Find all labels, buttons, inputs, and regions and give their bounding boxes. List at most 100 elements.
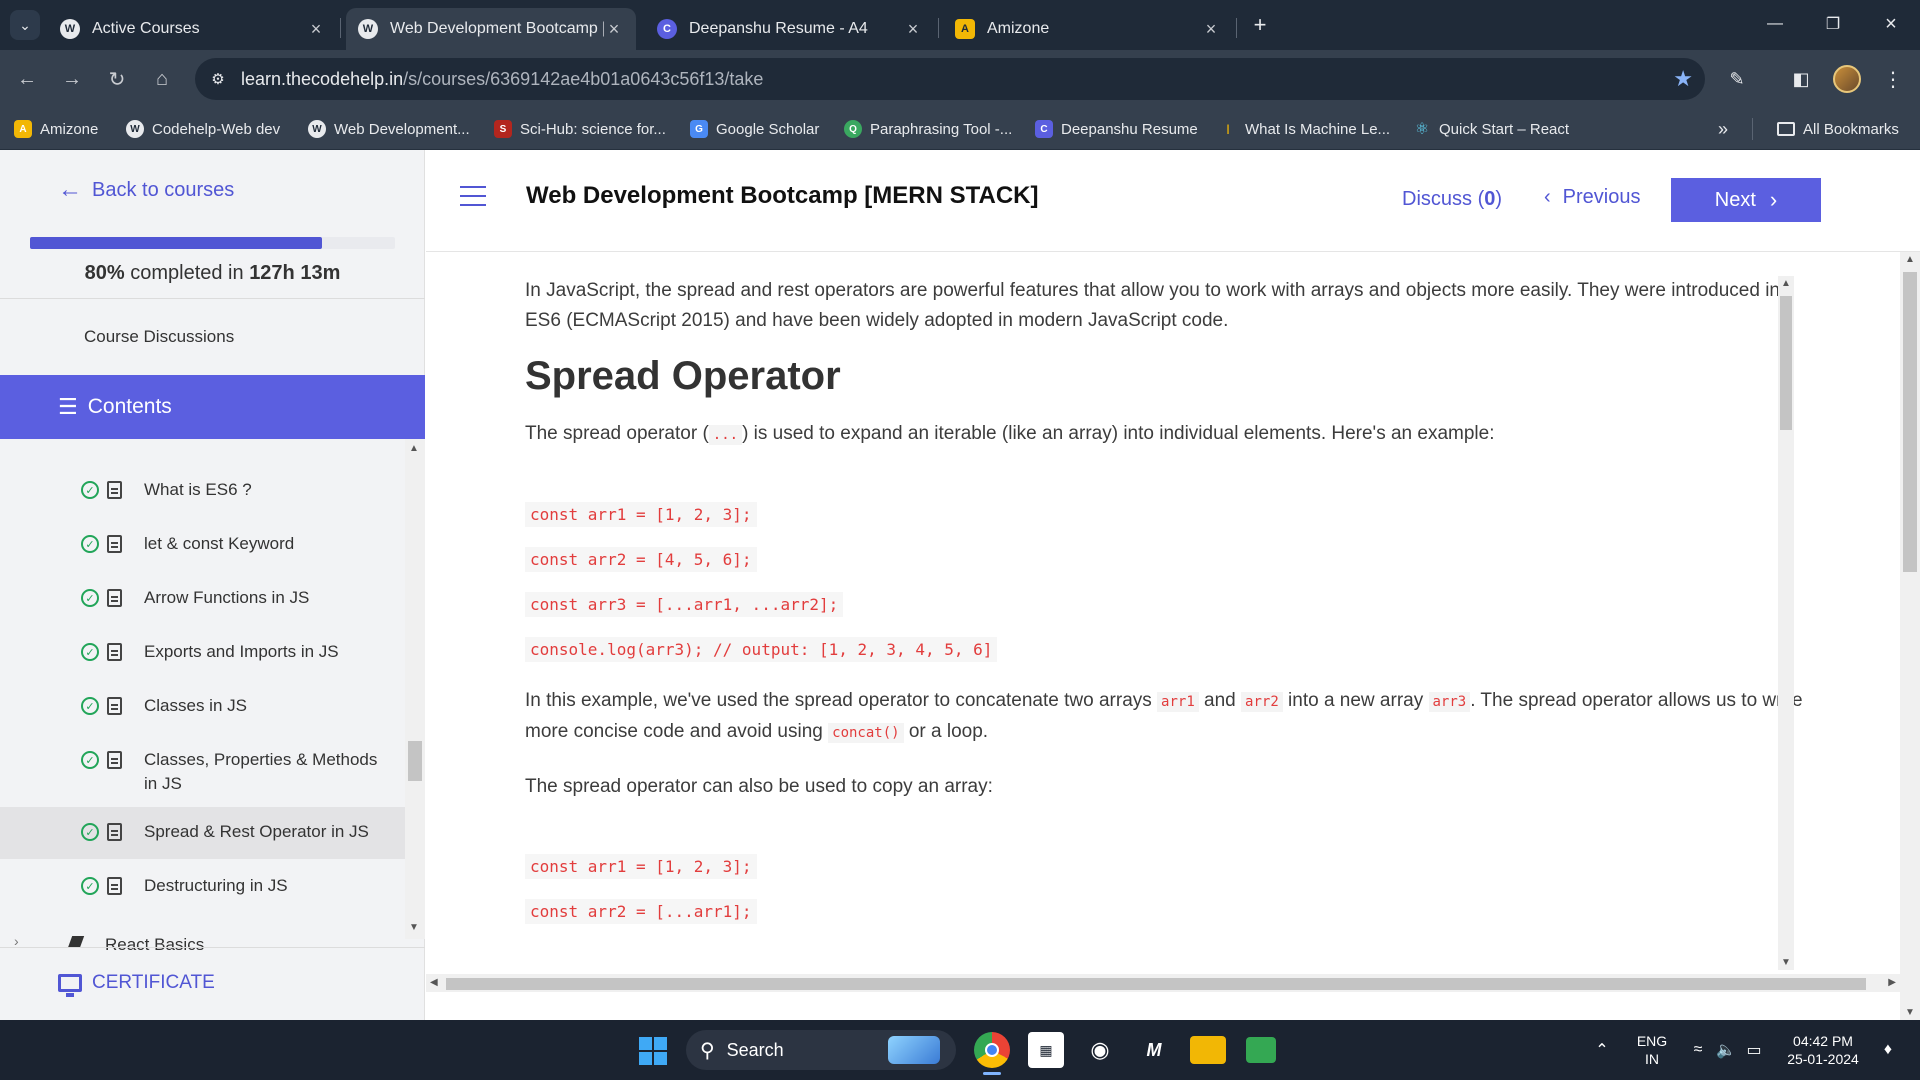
lesson-item[interactable]: ✓ What is ES6 ? xyxy=(0,469,405,513)
close-tab-icon[interactable]: × xyxy=(306,19,326,40)
scroll-down-icon[interactable]: ▼ xyxy=(1905,1007,1915,1018)
bookmarks-overflow-icon[interactable]: » xyxy=(1718,118,1728,140)
section-title: React Basics xyxy=(105,935,205,953)
course-progress-fill xyxy=(30,237,322,249)
m-app-icon[interactable]: M xyxy=(1136,1032,1172,1068)
scrollbar-thumb[interactable] xyxy=(408,741,422,781)
tab-title: Web Development Bootcamp [M xyxy=(390,20,604,37)
close-tab-icon[interactable]: × xyxy=(1201,19,1221,40)
profile-avatar[interactable] xyxy=(1833,65,1861,93)
back-to-courses-link[interactable]: ← Back to courses xyxy=(58,176,234,204)
home-icon[interactable]: ⌂ xyxy=(147,64,177,94)
forward-icon[interactable]: → xyxy=(57,64,87,94)
close-tab-icon[interactable]: × xyxy=(903,19,923,40)
close-tab-icon[interactable]: × xyxy=(604,19,624,40)
lesson-scrollbar[interactable]: ▲ ▼ xyxy=(1778,276,1794,970)
bookmark-item[interactable]: S Sci-Hub: science for... xyxy=(494,118,666,140)
address-bar[interactable]: ⚙ learn.thecodehelp.in/s/courses/6369142… xyxy=(195,58,1705,100)
section-react-basics[interactable]: › React Basics xyxy=(0,933,405,953)
check-circle-icon: ✓ xyxy=(81,823,99,841)
restore-button[interactable]: ❐ xyxy=(1810,8,1856,40)
tab-search-button[interactable]: ⌄ xyxy=(10,10,40,40)
bookmark-item[interactable]: ⚛ Quick Start – React xyxy=(1413,118,1569,140)
scroll-right-icon[interactable]: ▶ xyxy=(1888,977,1896,988)
page-scrollbar[interactable]: ▲ ▼ xyxy=(1900,252,1920,1020)
browser-tab[interactable]: W Active Courses × xyxy=(48,8,338,50)
scroll-down-icon[interactable]: ▼ xyxy=(1781,957,1791,968)
scroll-left-icon[interactable]: ◀ xyxy=(430,977,438,988)
back-icon[interactable]: ← xyxy=(12,64,42,94)
battery-icon[interactable]: ▭ xyxy=(1736,1032,1772,1068)
all-bookmarks-button[interactable]: All Bookmarks xyxy=(1752,118,1899,140)
reload-icon[interactable]: ↻ xyxy=(102,64,132,94)
extensions-icon[interactable]: ✎ xyxy=(1722,64,1752,94)
bookmark-item[interactable]: G Google Scholar xyxy=(690,118,819,140)
bookmark-item[interactable]: | What Is Machine Le... xyxy=(1219,118,1390,140)
scroll-down-icon[interactable]: ▼ xyxy=(409,922,419,933)
windows-start-icon[interactable] xyxy=(639,1037,667,1065)
scroll-up-icon[interactable]: ▲ xyxy=(409,443,419,454)
scrollbar-thumb[interactable] xyxy=(1903,272,1917,572)
site-info-icon[interactable]: ⚙ xyxy=(207,68,229,90)
lesson-item[interactable]: ✓ Classes in JS xyxy=(0,685,405,729)
media-app-icon[interactable]: ◉ xyxy=(1082,1032,1118,1068)
lesson-title: Exports and Imports in JS xyxy=(144,642,339,661)
scrollbar-thumb[interactable] xyxy=(1780,296,1792,430)
clock[interactable]: 04:42 PM 25-01-2024 xyxy=(1778,1032,1868,1068)
intro-paragraph: In JavaScript, the spread and rest opera… xyxy=(525,280,1780,331)
tab-separator xyxy=(340,18,341,38)
side-panel-icon[interactable]: ◧ xyxy=(1786,64,1816,94)
chevron-up-icon[interactable]: ⌃ xyxy=(1584,1032,1620,1068)
lesson-list-scrollbar[interactable]: ▲ ▼ xyxy=(405,439,425,939)
chevron-right-icon: › xyxy=(1769,187,1778,212)
url-text[interactable]: learn.thecodehelp.in/s/courses/6369142ae… xyxy=(241,69,763,90)
more-menu-icon[interactable]: ⋮ xyxy=(1878,64,1908,94)
browser-tab-active[interactable]: W Web Development Bootcamp [M × xyxy=(346,8,636,50)
scroll-up-icon[interactable]: ▲ xyxy=(1781,278,1791,289)
contents-label: Contents xyxy=(87,395,172,418)
bookmark-star-icon[interactable]: ★ xyxy=(1673,66,1693,92)
check-circle-icon: ✓ xyxy=(81,751,99,769)
course-discussions-link[interactable]: Course Discussions xyxy=(84,327,234,347)
chrome-taskbar-icon[interactable] xyxy=(974,1032,1010,1068)
bookmark-item[interactable]: W Codehelp-Web dev xyxy=(126,118,280,140)
lesson-item[interactable]: ✓ let & const Keyword xyxy=(0,523,405,567)
lesson-item[interactable]: ✓ Classes, Properties & Methods in JS xyxy=(0,739,405,803)
document-icon xyxy=(107,535,122,553)
explanation-paragraph: In this example, we've used the spread o… xyxy=(525,690,1803,743)
lesson-title: Arrow Functions in JS xyxy=(144,588,310,607)
hamburger-menu-icon[interactable] xyxy=(460,186,486,206)
previous-button[interactable]: ‹ Previous xyxy=(1544,186,1640,209)
bookmark-item[interactable]: A Amizone xyxy=(14,118,98,140)
file-explorer-icon[interactable] xyxy=(1190,1036,1226,1064)
close-window-button[interactable]: × xyxy=(1868,8,1914,40)
lesson-item[interactable]: ✓ Destructuring in JS xyxy=(0,865,405,909)
minimize-button[interactable]: — xyxy=(1752,8,1798,40)
google-meet-icon[interactable] xyxy=(1246,1037,1276,1063)
horizontal-scrollbar[interactable]: ◀ ▶ xyxy=(426,974,1900,992)
new-tab-button[interactable]: + xyxy=(1245,10,1275,40)
next-button[interactable]: Next › xyxy=(1671,178,1821,222)
lesson-item[interactable]: ✓ Arrow Functions in JS xyxy=(0,577,405,621)
monitor-icon xyxy=(58,974,82,997)
scrollbar-thumb[interactable] xyxy=(446,978,1866,990)
language-indicator[interactable]: ENG IN xyxy=(1632,1032,1672,1068)
browser-tab[interactable]: A Amizone × xyxy=(943,8,1233,50)
bookmark-item[interactable]: C Deepanshu Resume xyxy=(1035,118,1198,140)
lesson-title: Classes, Properties & Methods in JS xyxy=(144,750,378,793)
certificate-link[interactable]: CERTIFICATE xyxy=(58,972,215,997)
discuss-button[interactable]: Discuss (0) xyxy=(1402,188,1502,211)
divider xyxy=(0,947,425,948)
notification-bell-icon[interactable]: ♦ xyxy=(1870,1032,1906,1068)
contents-header[interactable]: ☰ Contents xyxy=(0,375,425,439)
codehelp-favicon-icon: W xyxy=(358,19,378,39)
microsoft-store-icon[interactable]: ▦ xyxy=(1028,1032,1064,1068)
lesson-item-current[interactable]: ✓ Spread & Rest Operator in JS xyxy=(0,807,405,859)
progress-summary: 80% completed in 127h 13m xyxy=(84,262,341,284)
browser-tab[interactable]: C Deepanshu Resume - A4 × xyxy=(645,8,935,50)
taskbar-search[interactable]: ⚲ Search xyxy=(686,1030,956,1070)
scroll-up-icon[interactable]: ▲ xyxy=(1905,254,1915,265)
bookmark-item[interactable]: W Web Development... xyxy=(308,118,470,140)
lesson-item[interactable]: ✓ Exports and Imports in JS xyxy=(0,631,405,675)
bookmark-item[interactable]: Q Paraphrasing Tool -... xyxy=(844,118,1012,140)
